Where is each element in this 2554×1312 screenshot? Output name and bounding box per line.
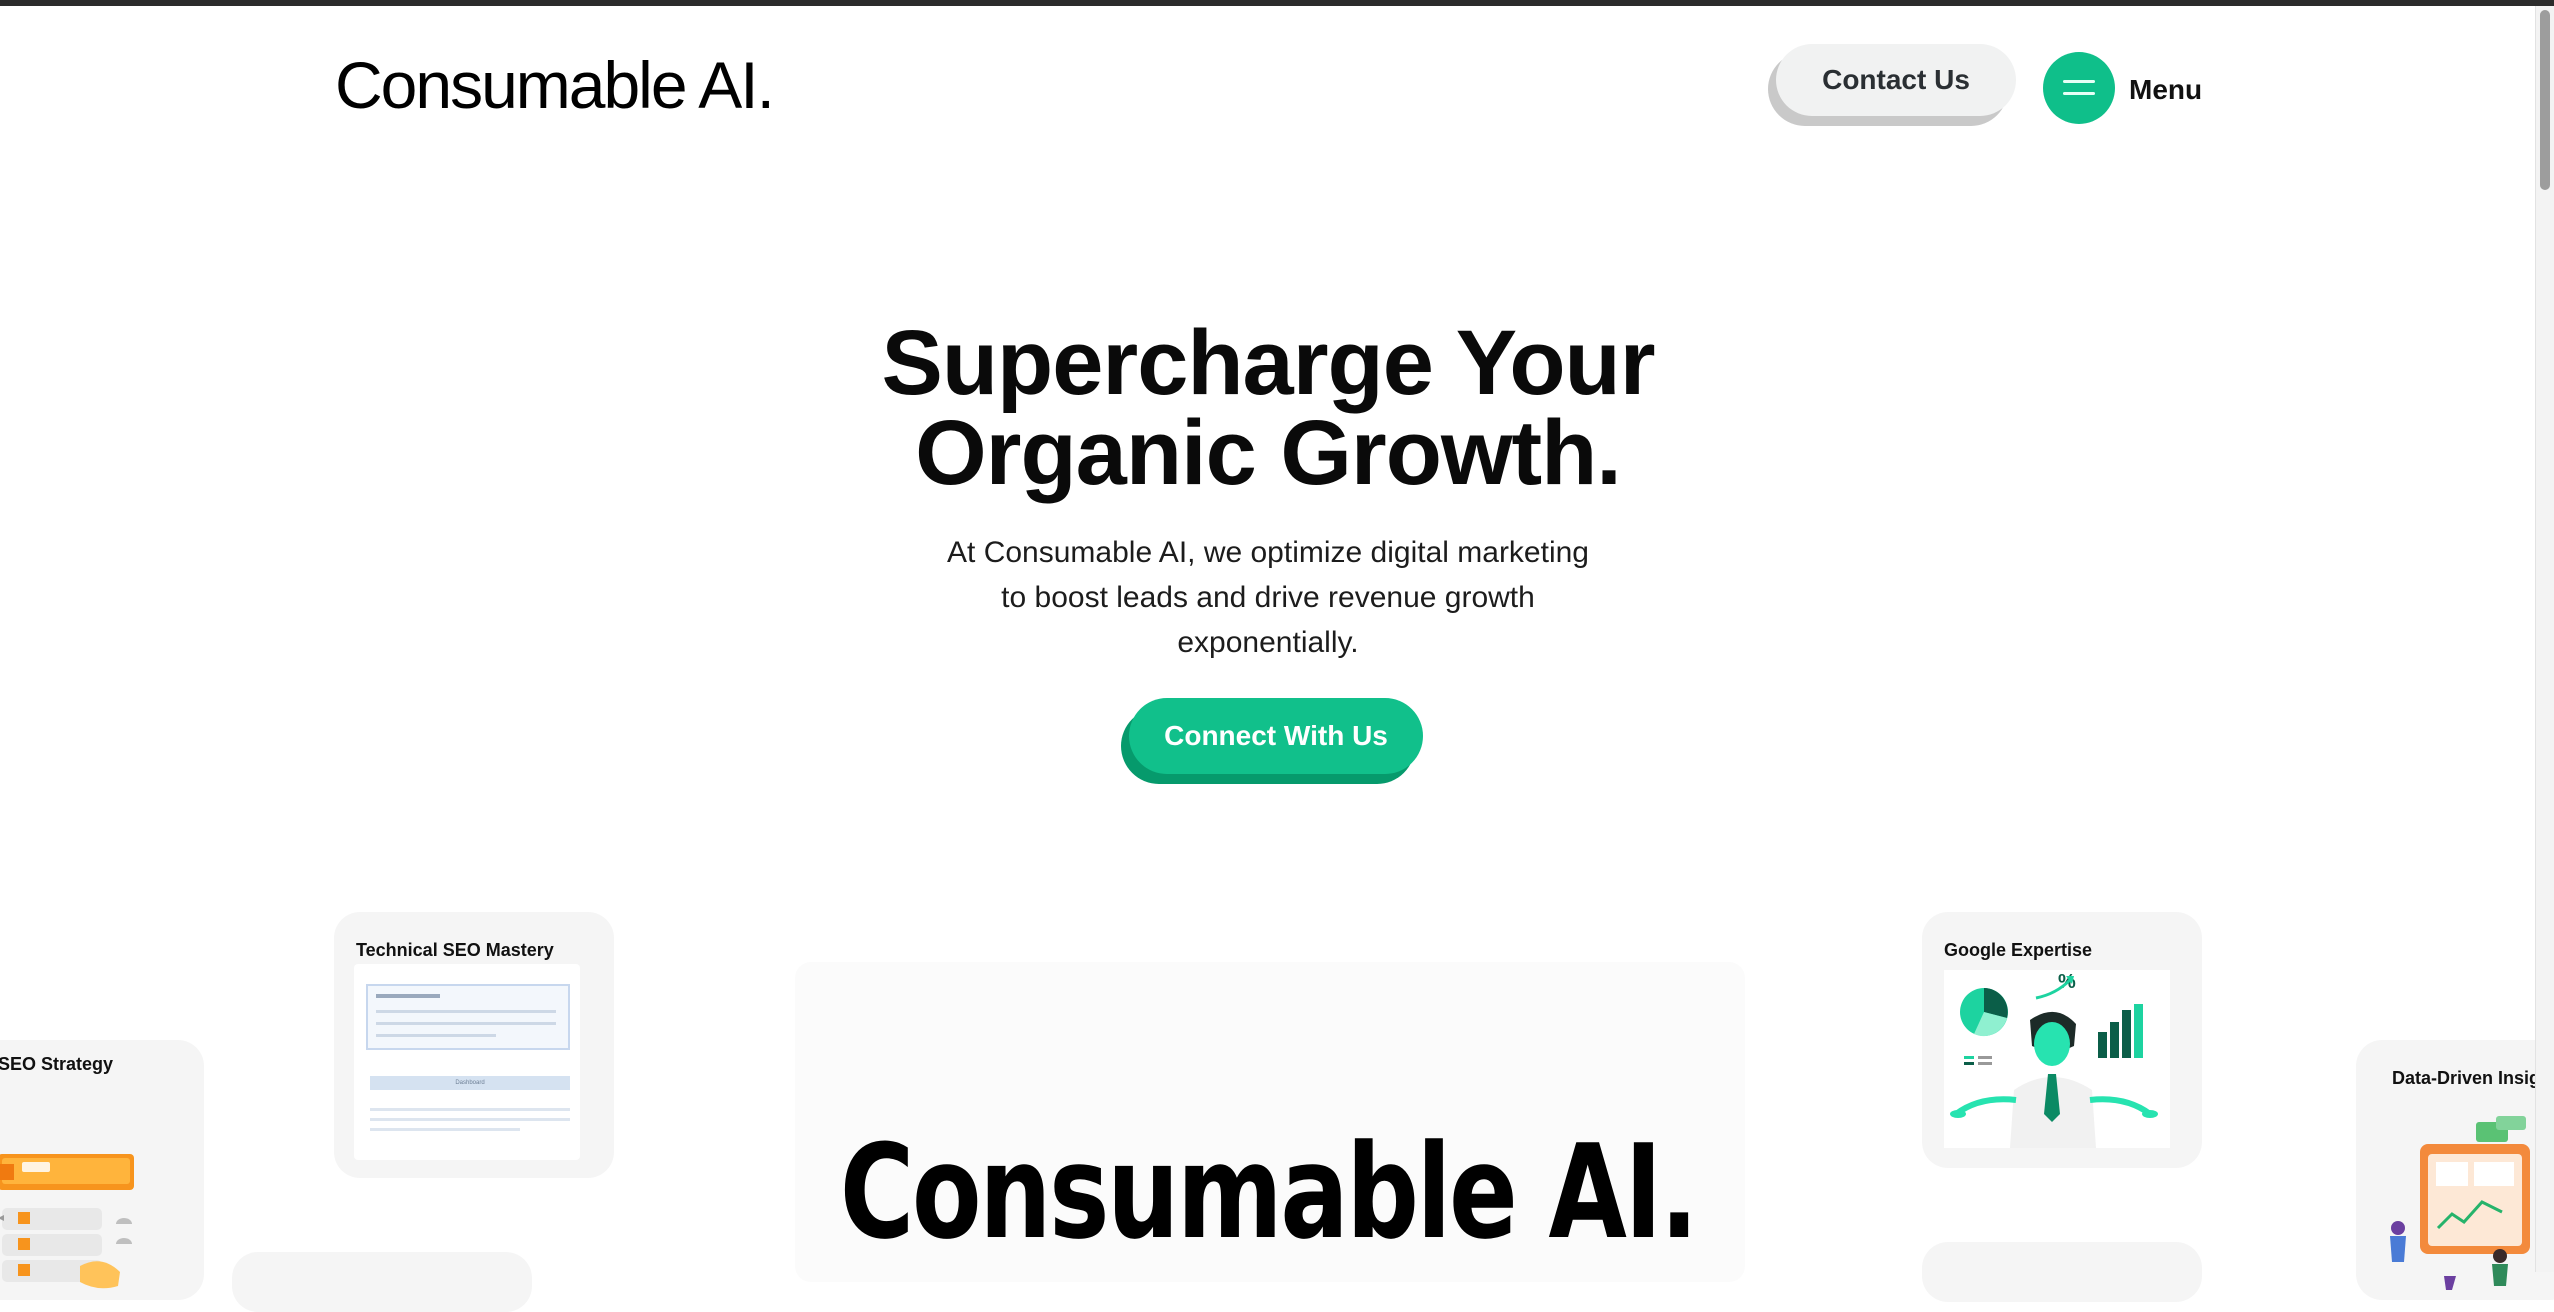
card-title-google-expertise: Google Expertise <box>1944 940 2093 960</box>
page-scrollbar[interactable] <box>2535 6 2554 1272</box>
browser-top-bar <box>0 0 2554 6</box>
card-title-data-driven: Data-Driven Insig <box>2392 1068 2541 1088</box>
hero-subtitle-line-3: exponentially. <box>1177 626 1359 659</box>
card-data-driven[interactable]: Data-Driven Insig <box>2356 1040 2554 1300</box>
connect-with-us-button[interactable]: Connect With Us <box>1121 698 1423 784</box>
hero-heading-line-2: Organic Growth. <box>915 402 1622 504</box>
thumbnail-dashboard-bar: Dashboard <box>370 1076 570 1090</box>
card-title-seo-strategy: SEO Strategy <box>0 1054 114 1074</box>
hero-heading-line-1: Supercharge Your <box>881 312 1655 414</box>
hero-subtitle-line-1: At Consumable AI, we optimize digital ma… <box>947 536 1589 569</box>
menu-button[interactable]: Menu <box>2129 74 2202 106</box>
contact-us-button[interactable]: Contact Us <box>1768 44 2016 126</box>
hamburger-bar-bottom <box>2063 92 2095 95</box>
hamburger-icon[interactable] <box>2043 52 2115 124</box>
data-insights-illustration <box>2390 1116 2530 1290</box>
hamburger-bar-top <box>2063 80 2095 83</box>
hero-subtitle-line-2: to boost leads and drive revenue growth <box>1001 581 1535 614</box>
card-seo-strategy[interactable]: SEO Strategy <box>0 1040 204 1300</box>
site-logo[interactable]: Consumable AI. <box>335 52 775 118</box>
thumbnail-report-box <box>366 984 570 1050</box>
hero-heading: Supercharge Your Organic Growth. <box>0 312 2536 504</box>
scrollbar-thumb[interactable] <box>2540 10 2550 190</box>
showcase-logo: Consumable AI. <box>839 1116 1699 1268</box>
hero-subtitle: At Consumable AI, we optimize digital ma… <box>918 530 1618 665</box>
connect-with-us-label[interactable]: Connect With Us <box>1129 698 1423 774</box>
contact-us-label[interactable]: Contact Us <box>1776 44 2016 116</box>
card-title-technical-seo: Technical SEO Mastery <box>356 940 554 960</box>
